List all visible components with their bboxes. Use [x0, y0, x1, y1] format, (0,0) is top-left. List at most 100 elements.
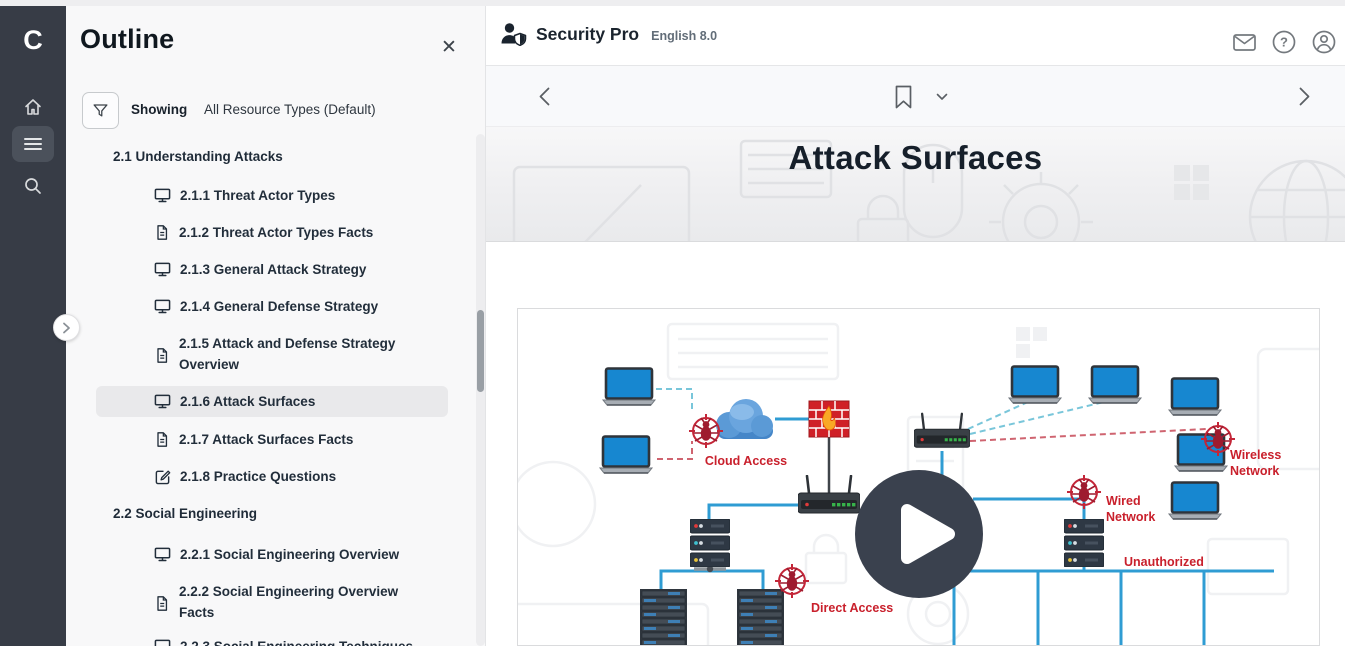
account-icon — [1312, 30, 1336, 54]
laptop-icon — [600, 437, 652, 474]
person-shield-icon — [500, 22, 528, 46]
sidebar-item-outline[interactable] — [0, 126, 66, 162]
chevron-right-icon — [62, 322, 71, 334]
previous-lesson-button[interactable] — [530, 66, 558, 127]
logo-letter: C — [23, 25, 43, 56]
server-rack-icon — [640, 589, 687, 646]
bookmark-button[interactable] — [890, 66, 916, 127]
messages-button[interactable] — [1228, 26, 1260, 58]
video-icon — [154, 298, 171, 315]
outline-item-label: 2.2.2 Social Engineering Overview Facts — [179, 582, 419, 624]
outline-scrollbar-thumb[interactable] — [477, 310, 484, 392]
video-icon — [154, 546, 171, 563]
outline-item[interactable]: 2.1.1 Threat Actor Types — [154, 186, 464, 207]
filter-value: All Resource Types (Default) — [204, 102, 376, 117]
laptop-icon — [1009, 367, 1061, 404]
laptop-icon — [1169, 483, 1221, 520]
laptop-icon — [1089, 367, 1141, 404]
outline-scrollbar-track — [476, 134, 485, 646]
outline-item-label: 2.1.7 Attack Surfaces Facts — [179, 430, 419, 451]
video-icon — [154, 638, 171, 646]
video-player[interactable]: Cloud Access Direct Access Wired Network… — [517, 308, 1320, 646]
video-icon — [154, 393, 171, 410]
server-rack-icon — [737, 589, 784, 646]
outline-item[interactable]: 2.1.5 Attack and Defense Strategy Overvi… — [154, 334, 464, 376]
lesson-content: Cloud Access Direct Access Wired Network… — [486, 242, 1345, 646]
sidebar-item-home[interactable] — [0, 89, 66, 125]
diagram-label-unauthorized: Unauthorized — [1124, 555, 1204, 569]
outline-item[interactable]: 2.1.8 Practice Questions — [154, 467, 464, 488]
account-button[interactable] — [1308, 26, 1340, 58]
diagram-label-wired-1: Wired — [1106, 494, 1141, 508]
bookmark-menu-button[interactable] — [932, 66, 952, 127]
document-icon — [154, 347, 170, 364]
bookmark-icon — [895, 85, 912, 109]
outline-item-label: 2.2.3 Social Engineering Techniques — [180, 637, 420, 646]
outline-item-label: 2.1.3 General Attack Strategy — [180, 260, 420, 281]
cloud-icon — [716, 399, 773, 439]
diagram-label-wired-2: Network — [1106, 510, 1155, 524]
firewall-icon — [809, 401, 849, 437]
play-button[interactable] — [855, 470, 983, 598]
outline-item-label: 2.1.6 Attack Surfaces — [180, 394, 315, 409]
lesson-navbar — [486, 66, 1345, 127]
outline-item[interactable]: 2.1.3 General Attack Strategy — [154, 260, 464, 281]
filter-button[interactable] — [82, 92, 119, 129]
help-glyph: ? — [1280, 35, 1288, 50]
chevron-left-icon — [539, 87, 550, 106]
course-edition: English 8.0 — [651, 29, 717, 43]
filter-showing-label: Showing — [131, 102, 187, 117]
outline-item-label: 2.1.5 Attack and Defense Strategy Overvi… — [179, 334, 419, 376]
outline-item-label: 2.1.2 Threat Actor Types Facts — [179, 223, 419, 244]
menu-icon — [24, 137, 42, 151]
document-icon — [154, 595, 170, 612]
chevron-down-icon — [936, 93, 948, 101]
server-stack-icon — [690, 519, 730, 567]
panel-title: Outline — [80, 24, 174, 55]
diagram-label-direct-access: Direct Access — [811, 601, 893, 615]
lesson-banner: Attack Surfaces — [486, 127, 1345, 242]
attack-bug-icon — [1067, 475, 1101, 509]
close-outline-button[interactable]: ✕ — [436, 34, 462, 60]
outline-section-header: 2.2 Social Engineering — [113, 506, 443, 521]
panel-expand-button[interactable] — [53, 314, 80, 341]
outline-item-label: 2.1.1 Threat Actor Types — [180, 186, 420, 207]
video-icon — [154, 261, 171, 278]
outline-item-label: 2.2.1 Social Engineering Overview — [180, 545, 420, 566]
lesson-title: Attack Surfaces — [486, 139, 1345, 177]
funnel-icon — [92, 102, 109, 119]
course-heading: Security Pro English 8.0 — [500, 22, 717, 46]
course-title: Security Pro — [536, 24, 639, 45]
outline-item-active[interactable]: 2.1.6 Attack Surfaces — [96, 386, 448, 417]
home-icon — [23, 97, 43, 117]
chevron-right-icon — [1299, 87, 1310, 106]
outline-section-header: 2.1 Understanding Attacks — [113, 149, 443, 164]
access-point-icon — [914, 414, 970, 447]
outline-item[interactable]: 2.2.3 Social Engineering Techniques — [154, 637, 464, 646]
document-icon — [154, 431, 170, 448]
course-header: Security Pro English 8.0 ? — [486, 6, 1345, 66]
outline-item[interactable]: 2.1.7 Attack Surfaces Facts — [154, 430, 464, 451]
next-lesson-button[interactable] — [1290, 66, 1318, 127]
outline-item[interactable]: 2.2.1 Social Engineering Overview — [154, 545, 464, 566]
outline-item[interactable]: 2.2.2 Social Engineering Overview Facts — [154, 582, 464, 624]
document-icon — [154, 224, 170, 241]
help-button[interactable]: ? — [1268, 26, 1300, 58]
diagram-label-wireless-2: Network — [1230, 464, 1279, 478]
outline-item-label: 2.1.4 General Defense Strategy — [180, 297, 420, 318]
outline-item[interactable]: 2.1.2 Threat Actor Types Facts — [154, 223, 464, 244]
sidebar-item-search[interactable] — [0, 168, 66, 204]
app-logo[interactable]: C — [0, 18, 66, 62]
video-icon — [154, 187, 171, 204]
laptop-icon — [603, 369, 655, 406]
outline-panel: Outline ✕ Showing All Resource Types (De… — [66, 6, 486, 646]
laptop-icon — [1169, 379, 1221, 416]
mail-icon — [1233, 34, 1256, 51]
close-icon: ✕ — [441, 36, 457, 59]
play-icon — [855, 470, 983, 598]
help-icon: ? — [1272, 30, 1296, 54]
outline-item[interactable]: 2.1.4 General Defense Strategy — [154, 297, 464, 318]
diagram-label-wireless-1: Wireless — [1230, 448, 1281, 462]
outline-item-label: 2.1.8 Practice Questions — [180, 467, 420, 488]
server-stack-icon — [1064, 519, 1104, 567]
